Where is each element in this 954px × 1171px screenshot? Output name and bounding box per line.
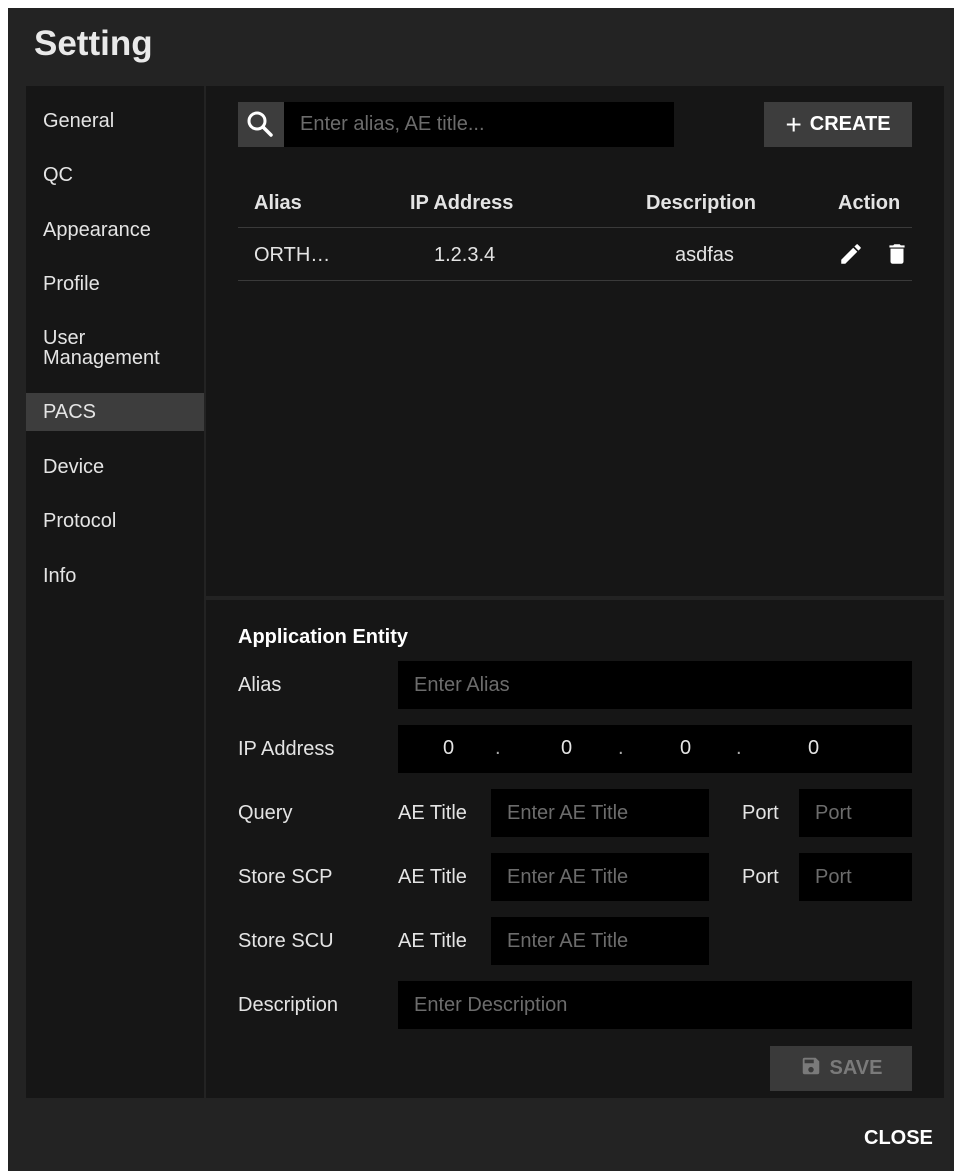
sidebar-item-protocol[interactable]: Protocol	[26, 510, 204, 532]
ip-octet-1[interactable]: 0	[443, 737, 454, 760]
cell-alias: ORTH…	[254, 244, 331, 266]
cell-description: asdfas	[675, 244, 734, 266]
ip-separator: .	[736, 737, 742, 759]
create-button[interactable]: + CREATE	[764, 102, 912, 147]
column-header-description: Description	[646, 192, 757, 214]
edit-icon[interactable]	[838, 241, 864, 267]
search-bar	[238, 102, 674, 147]
store-scp-ae-title-label: AE Title	[398, 866, 467, 888]
section-title: Application Entity	[238, 626, 408, 648]
query-ae-title-label: AE Title	[398, 802, 467, 824]
store-scu-ae-title-label: AE Title	[398, 930, 467, 952]
save-icon	[800, 1055, 822, 1083]
store-scp-label: Store SCP	[238, 866, 333, 888]
row-divider	[238, 280, 912, 281]
store-scu-ae-title-field[interactable]	[491, 917, 709, 965]
sidebar-item-user-management[interactable]: User Management	[26, 328, 186, 368]
description-label: Description	[238, 994, 339, 1016]
sidebar-item-device[interactable]: Device	[26, 456, 204, 478]
application-entity-form: Application Entity Alias IP Address 0 . …	[206, 600, 944, 1098]
ip-separator: .	[495, 737, 501, 759]
column-header-action: Action	[838, 192, 901, 214]
sidebar-item-info[interactable]: Info	[26, 565, 204, 587]
settings-sidebar: General QC Appearance Profile User Manag…	[26, 86, 204, 1098]
search-input[interactable]	[284, 102, 674, 147]
store-scp-ae-title-field[interactable]	[491, 853, 709, 901]
alias-label: Alias	[238, 674, 282, 696]
sidebar-item-pacs[interactable]: PACS	[26, 393, 204, 431]
create-button-label: CREATE	[809, 113, 891, 135]
pacs-list-panel: + CREATE Alias IP Address Description Ac…	[206, 86, 944, 596]
delete-icon[interactable]	[884, 241, 910, 267]
header-divider	[238, 227, 912, 228]
sidebar-item-appearance[interactable]: Appearance	[26, 219, 204, 241]
description-field[interactable]	[398, 981, 912, 1029]
save-button-label: SAVE	[829, 1057, 883, 1079]
store-scp-port-label: Port	[742, 866, 779, 888]
store-scp-port-field[interactable]	[799, 853, 912, 901]
plus-icon: +	[785, 108, 802, 140]
sidebar-item-profile[interactable]: Profile	[26, 273, 204, 295]
close-button[interactable]: CLOSE	[864, 1127, 933, 1150]
ip-address-label: IP Address	[238, 738, 335, 760]
sidebar-item-general[interactable]: General	[26, 110, 204, 132]
cell-ip-address: 1.2.3.4	[434, 244, 496, 266]
ip-octet-2[interactable]: 0	[561, 737, 572, 760]
dialog-title: Setting	[34, 24, 153, 63]
settings-dialog: Setting General QC Appearance Profile Us…	[8, 8, 954, 1171]
query-port-field[interactable]	[799, 789, 912, 837]
query-ae-title-field[interactable]	[491, 789, 709, 837]
search-icon[interactable]	[238, 102, 284, 147]
ip-octet-4[interactable]: 0	[808, 737, 819, 760]
column-header-ip-address: IP Address	[410, 192, 514, 214]
save-button[interactable]: SAVE	[770, 1046, 912, 1091]
column-header-alias: Alias	[254, 192, 302, 214]
query-label: Query	[238, 802, 293, 824]
query-port-label: Port	[742, 802, 779, 824]
alias-field[interactable]	[398, 661, 912, 709]
sidebar-item-qc[interactable]: QC	[26, 164, 204, 186]
ip-separator: .	[618, 737, 624, 759]
ip-address-field: 0 . 0 . 0 . 0	[398, 725, 912, 773]
store-scu-label: Store SCU	[238, 930, 334, 952]
ip-octet-3[interactable]: 0	[680, 737, 691, 760]
